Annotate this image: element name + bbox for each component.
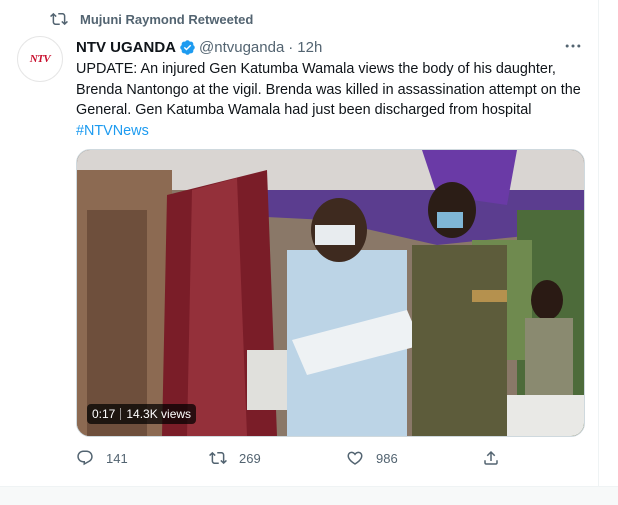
retweet-header: Mujuni Raymond Retweeted <box>50 10 253 28</box>
video-stats-badge: 0:17 14.3K views <box>87 404 197 424</box>
reply-icon <box>77 450 93 466</box>
tweet-actions-bar: 141 269 986 <box>76 446 516 470</box>
retweet-icon <box>50 12 68 26</box>
tweet-timestamp[interactable]: 12h <box>297 39 322 56</box>
more-dots-icon <box>565 44 581 48</box>
video-views: 14.3K views <box>126 407 192 421</box>
tweet-text: UPDATE: An injured Gen Katumba Wamala vi… <box>76 59 586 141</box>
author-handle[interactable]: @ntvuganda <box>199 39 284 56</box>
tweet-card[interactable]: Mujuni Raymond Retweeted NTV NTV UGANDA … <box>0 0 599 486</box>
video-duration: 0:17 <box>92 407 116 421</box>
reply-button[interactable]: 141 <box>76 446 128 470</box>
retweet-count: 269 <box>239 450 261 466</box>
more-options-button[interactable] <box>560 36 586 56</box>
verified-badge-icon <box>180 39 195 55</box>
share-button[interactable] <box>482 446 512 470</box>
page-gutter <box>599 0 618 504</box>
hashtag-link[interactable]: #NTVNews <box>76 123 149 139</box>
tweet-body: UPDATE: An injured Gen Katumba Wamala vi… <box>76 61 581 118</box>
retweet-action-icon <box>209 451 227 465</box>
video-frame-image <box>77 150 584 436</box>
avatar[interactable]: NTV <box>17 36 63 82</box>
retweet-header-text[interactable]: Mujuni Raymond Retweeted <box>80 12 253 27</box>
author-row: NTV UGANDA @ntvuganda · 12h <box>76 37 322 57</box>
video-player[interactable]: 0:17 14.3K views <box>76 149 585 437</box>
reply-count: 141 <box>106 450 128 466</box>
meta-separator: · <box>288 38 294 56</box>
like-button[interactable]: 986 <box>346 446 398 470</box>
author-display-name[interactable]: NTV UGANDA <box>76 39 176 56</box>
heart-icon <box>347 451 363 465</box>
feed-divider <box>0 486 618 505</box>
avatar-logo: NTV <box>29 53 51 65</box>
share-icon <box>484 450 498 465</box>
like-count: 986 <box>376 450 398 466</box>
retweet-button[interactable]: 269 <box>209 446 261 470</box>
badge-divider <box>120 408 122 420</box>
